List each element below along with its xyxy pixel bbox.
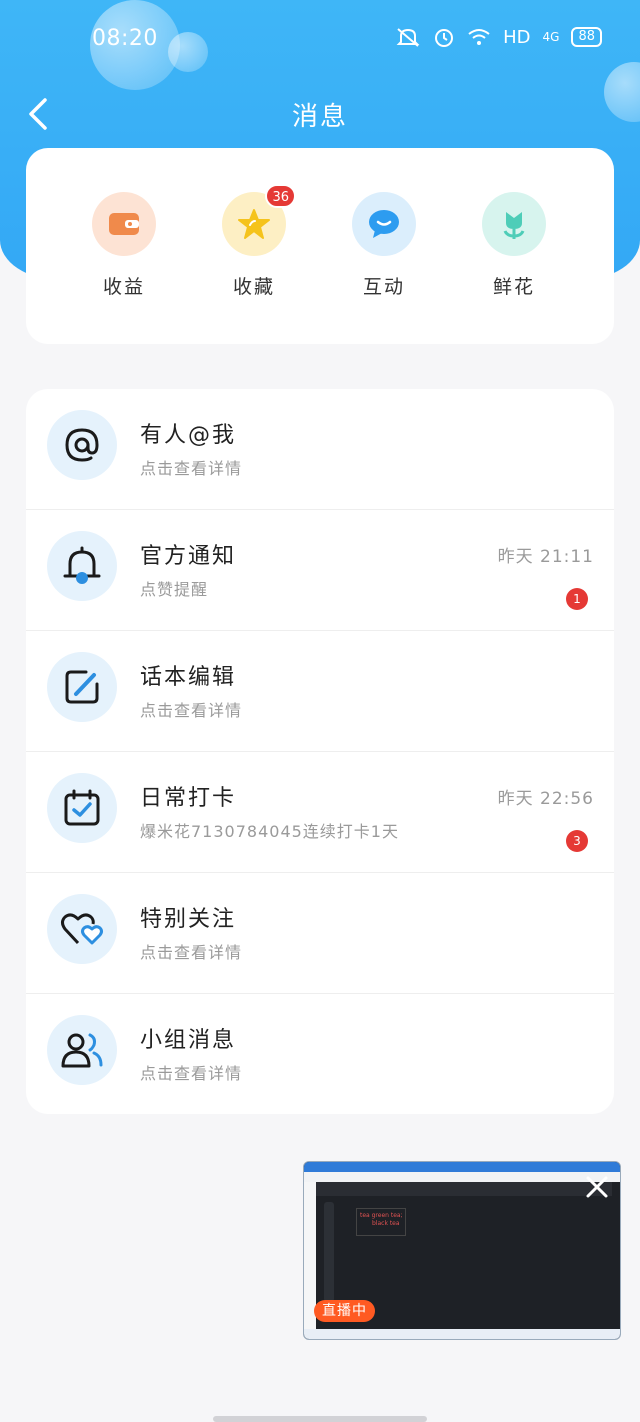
flower-icon [482,192,546,256]
star-icon: 36 [222,184,296,256]
quick-actions-card: 收益 36 收藏 互动 鲜花 [26,148,614,344]
live-preview-window[interactable]: tea green tea; black tea 直播中 [303,1161,621,1340]
quick-action-label: 收益 [102,276,145,298]
message-time: 昨天 21:11 [497,547,594,567]
alarm-icon [435,29,454,47]
pip-toolbar [324,1202,334,1302]
network-label: HD [503,26,531,48]
chat-bubble-icon [352,192,416,256]
message-row[interactable]: 官方通知点赞提醒 昨天 21:11 1 [26,510,614,631]
status-bar: 08:20 HD 4G 88 [0,0,640,80]
unread-badge: 1 [566,588,588,610]
edit-icon [47,652,117,722]
message-list: 有人@我 点击查看详情 官方通知 点赞提醒 昨天 21:11 1 话本编辑 点击查看详情 日常打… [26,389,614,1114]
group-icon [47,1015,117,1085]
message-title: 小组消息 [140,1028,237,1053]
quick-action-item[interactable]: 互动 [334,192,434,299]
quick-action-label: 鲜花 [492,276,535,298]
message-title: 话本编辑 [140,665,237,690]
message-time: 昨天 22:56 [497,789,594,809]
message-row[interactable]: 话本编辑点击查看详情 [26,631,614,752]
message-subtitle: 爆米花7130784045连续打卡1天 [140,822,399,841]
message-subtitle: 点击查看详情 [140,459,243,478]
home-indicator[interactable] [213,1416,427,1422]
mute-icon [396,28,420,47]
message-title: 官方通知 [140,544,237,569]
count-badge: 36 [265,184,296,208]
message-subtitle: 点赞提醒 [140,580,209,599]
pip-panel-header [316,1182,612,1196]
quick-action-item[interactable]: 鲜花 [464,192,564,299]
message-row[interactable]: 有人@我点击查看详情 [26,389,614,510]
calendar-check-icon [47,773,117,843]
wallet-icon [92,192,156,256]
message-subtitle: 点击查看详情 [140,1064,243,1083]
message-row[interactable]: 日常打卡爆米花7130784045连续打卡1天 昨天 22:56 3 [26,752,614,873]
message-row[interactable]: 小组消息点击查看详情 [26,994,614,1114]
message-title: 特别关注 [140,907,237,932]
message-row[interactable]: 特别关注点击查看详情 [26,873,614,994]
pip-address-bar [304,1172,620,1182]
signal-label: 4G [542,30,560,44]
quick-action-label: 互动 [362,276,405,298]
bell-icon [47,531,117,601]
unread-badge: 3 [566,830,588,852]
message-title: 日常打卡 [140,786,237,811]
wifi-icon [468,29,490,45]
pip-editor-line: tea green tea; [360,1212,403,1219]
hearts-icon [47,894,117,964]
battery-indicator: 88 [571,27,602,47]
quick-action-item[interactable]: 收益 [74,192,174,299]
pip-editor-line: black tea [372,1220,400,1227]
status-time: 08:20 [92,26,158,51]
status-icons: HD 4G 88 [395,26,602,48]
message-subtitle: 点击查看详情 [140,701,243,720]
pip-editor-text: tea green tea; black tea [360,1212,403,1228]
pip-taskbar [304,1329,620,1339]
nav-bar: 消息 [0,86,640,142]
live-badge: 直播中 [314,1300,375,1322]
quick-action-item[interactable]: 36 收藏 [204,184,304,299]
message-title: 有人@我 [140,423,237,448]
close-icon [586,1176,608,1198]
close-button[interactable] [584,1174,610,1200]
quick-action-label: 收藏 [232,276,275,298]
page-title: 消息 [291,102,348,132]
at-sign-icon [47,410,117,480]
message-subtitle: 点击查看详情 [140,943,243,962]
pip-window-titlebar [304,1162,620,1172]
